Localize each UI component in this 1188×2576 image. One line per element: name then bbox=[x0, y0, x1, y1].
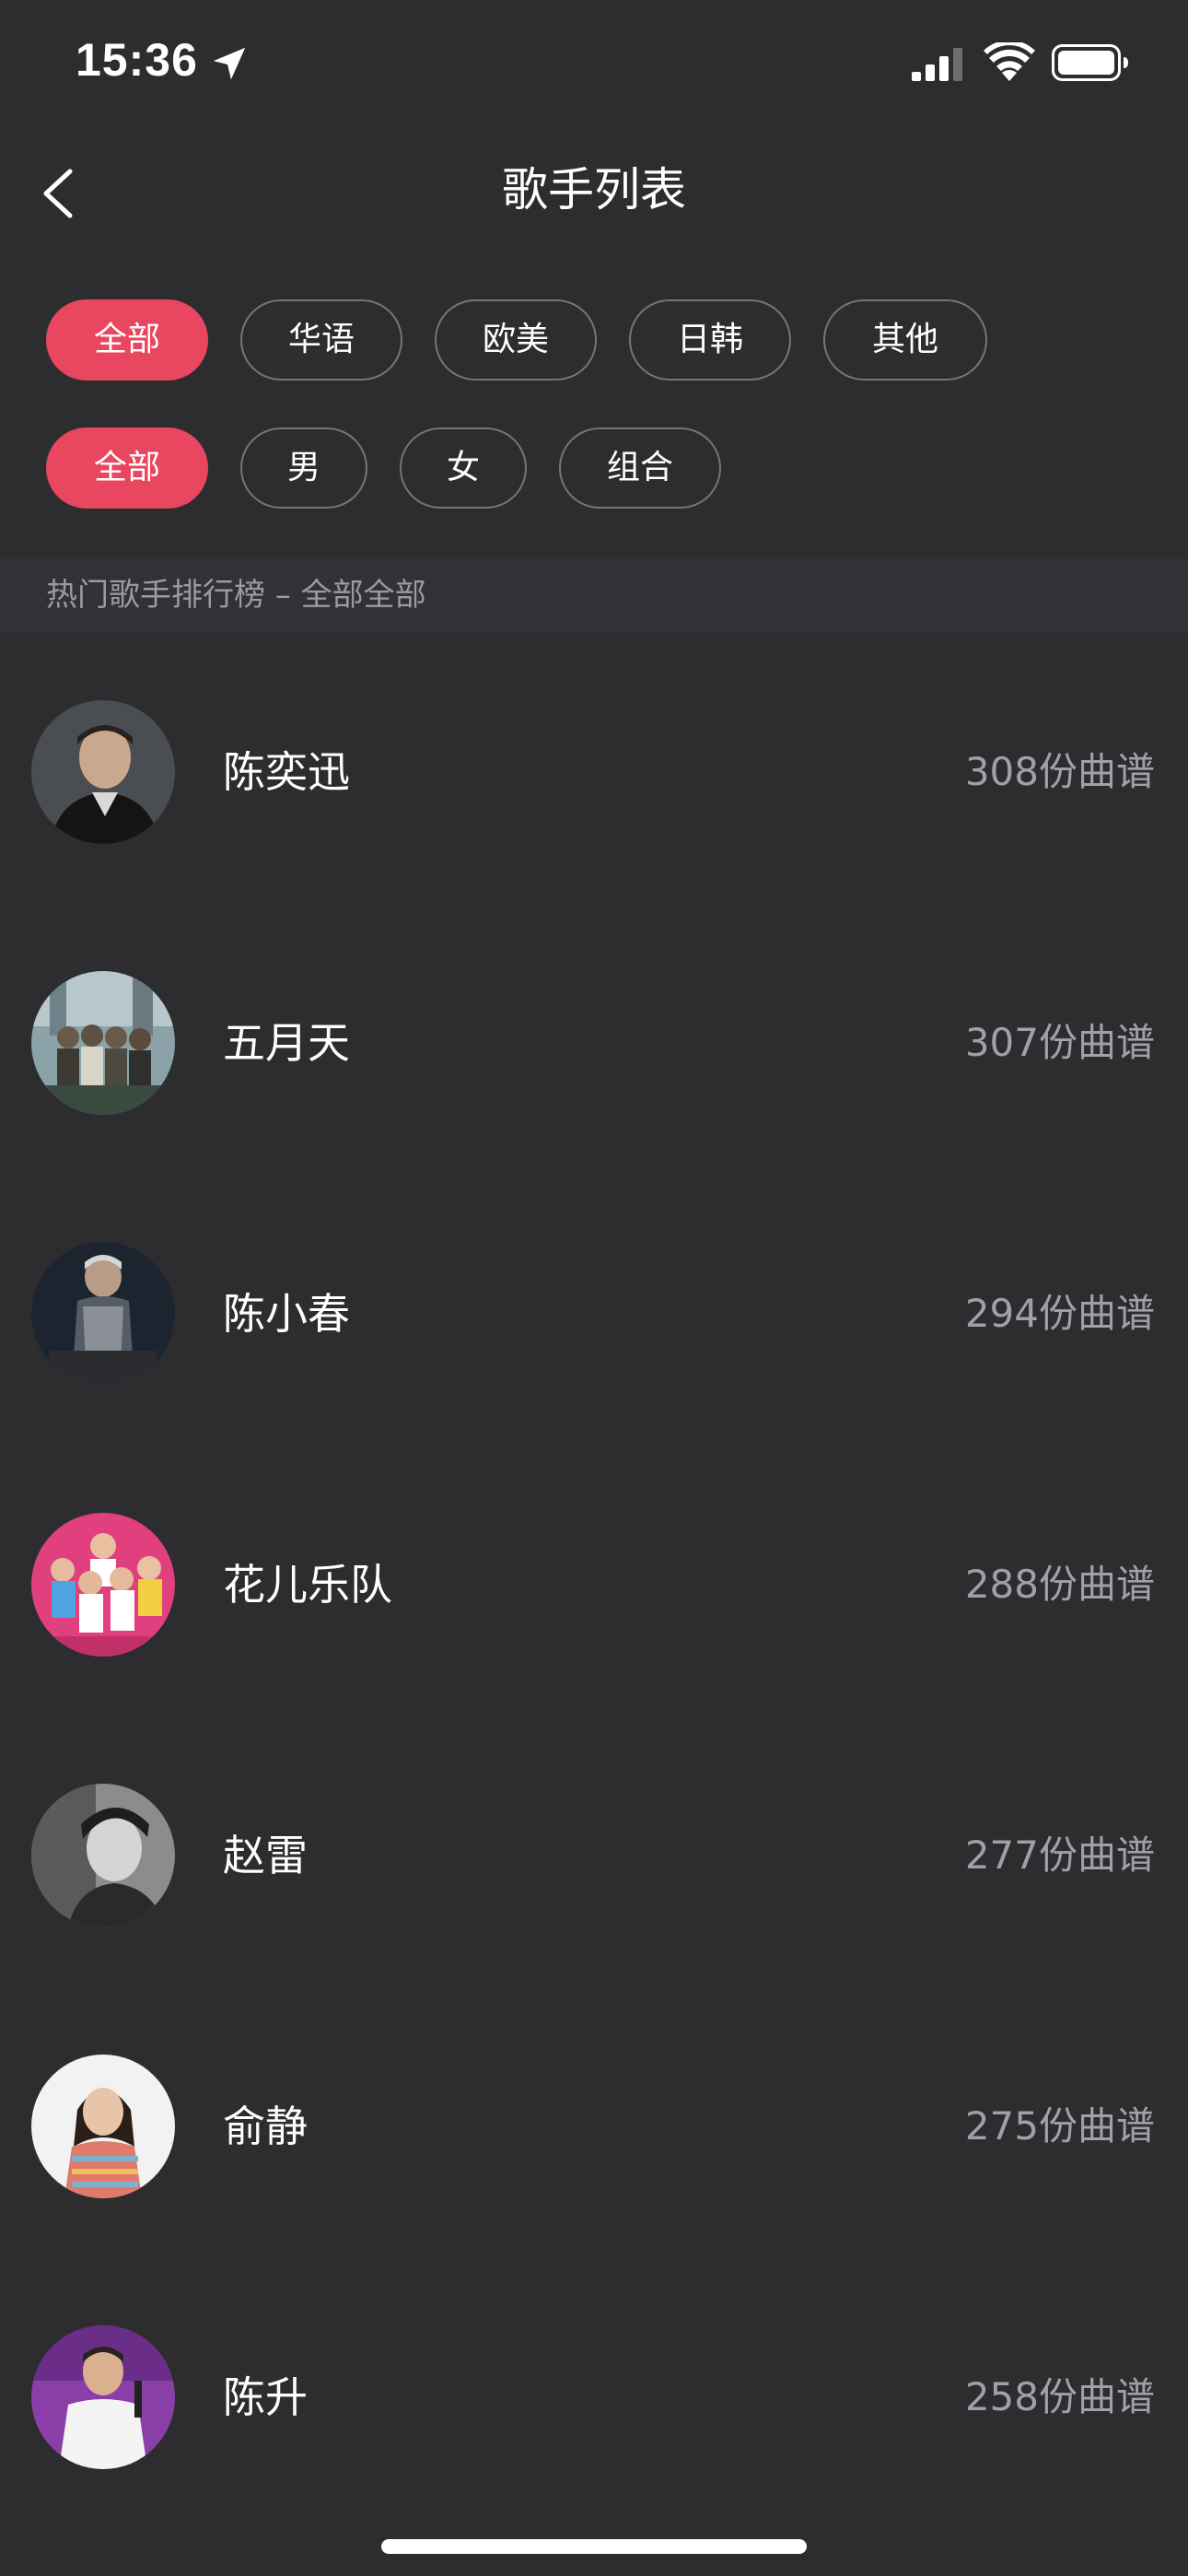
battery-icon bbox=[1052, 44, 1128, 81]
score-count: 275份曲谱 bbox=[964, 2103, 1155, 2149]
region-chip-other[interactable]: 其他 bbox=[823, 299, 987, 381]
singer-row[interactable]: 五月天 307份曲谱 bbox=[0, 903, 1188, 1174]
section-header-label: 热门歌手排行榜 – 全部全部 bbox=[46, 577, 426, 614]
location-arrow-icon bbox=[213, 47, 246, 80]
singer-avatar bbox=[31, 2055, 175, 2198]
wifi-icon bbox=[984, 42, 1035, 81]
singer-name: 陈小春 bbox=[223, 1289, 350, 1339]
singer-avatar bbox=[31, 2325, 175, 2469]
singer-avatar bbox=[31, 1784, 175, 1927]
status-time: 15:36 bbox=[76, 34, 198, 86]
score-count: 258份曲谱 bbox=[964, 2374, 1155, 2419]
singer-row[interactable]: 陈升 258份曲谱 bbox=[0, 2257, 1188, 2528]
type-filter-row: 全部 男 女 组合 bbox=[46, 427, 721, 509]
score-count: 277份曲谱 bbox=[964, 1832, 1155, 1878]
home-indicator[interactable] bbox=[381, 2539, 807, 2554]
score-count: 307份曲谱 bbox=[964, 1020, 1155, 1065]
singer-avatar bbox=[31, 700, 175, 844]
type-chip-male[interactable]: 男 bbox=[240, 427, 367, 509]
singer-row[interactable]: 俞静 275份曲谱 bbox=[0, 1986, 1188, 2257]
score-count: 288份曲谱 bbox=[964, 1562, 1155, 1607]
singer-row[interactable]: 陈小春 294份曲谱 bbox=[0, 1174, 1188, 1445]
region-chip-chinese[interactable]: 华语 bbox=[240, 299, 402, 381]
singer-avatar bbox=[31, 1513, 175, 1657]
region-filter-row: 全部 华语 欧美 日韩 其他 bbox=[46, 299, 987, 381]
singer-name: 赵雷 bbox=[223, 1831, 308, 1880]
region-chip-western[interactable]: 欧美 bbox=[435, 299, 597, 381]
singer-name: 花儿乐队 bbox=[223, 1560, 392, 1610]
singer-name: 陈奕迅 bbox=[223, 747, 350, 797]
singer-avatar bbox=[31, 971, 175, 1115]
section-header: 热门歌手排行榜 – 全部全部 bbox=[0, 558, 1188, 632]
region-chip-all[interactable]: 全部 bbox=[46, 299, 208, 381]
status-bar: 15:36 bbox=[0, 0, 1188, 129]
score-count: 294份曲谱 bbox=[964, 1291, 1155, 1336]
page-title: 歌手列表 bbox=[502, 163, 686, 217]
singer-name: 陈升 bbox=[223, 2372, 308, 2422]
singer-name: 俞静 bbox=[223, 2102, 308, 2151]
singer-row[interactable]: 陈奕迅 308份曲谱 bbox=[0, 632, 1188, 903]
singer-avatar bbox=[31, 1242, 175, 1386]
type-chip-group[interactable]: 组合 bbox=[559, 427, 721, 509]
singer-row[interactable]: 花儿乐队 288份曲谱 bbox=[0, 1445, 1188, 1715]
cellular-signal-icon bbox=[912, 48, 962, 81]
type-chip-female[interactable]: 女 bbox=[400, 427, 527, 509]
score-count: 308份曲谱 bbox=[964, 749, 1155, 794]
singer-row[interactable]: 赵雷 277份曲谱 bbox=[0, 1715, 1188, 1986]
type-chip-all[interactable]: 全部 bbox=[46, 427, 208, 509]
singer-name: 五月天 bbox=[223, 1018, 350, 1068]
region-chip-japan-korea[interactable]: 日韩 bbox=[629, 299, 791, 381]
